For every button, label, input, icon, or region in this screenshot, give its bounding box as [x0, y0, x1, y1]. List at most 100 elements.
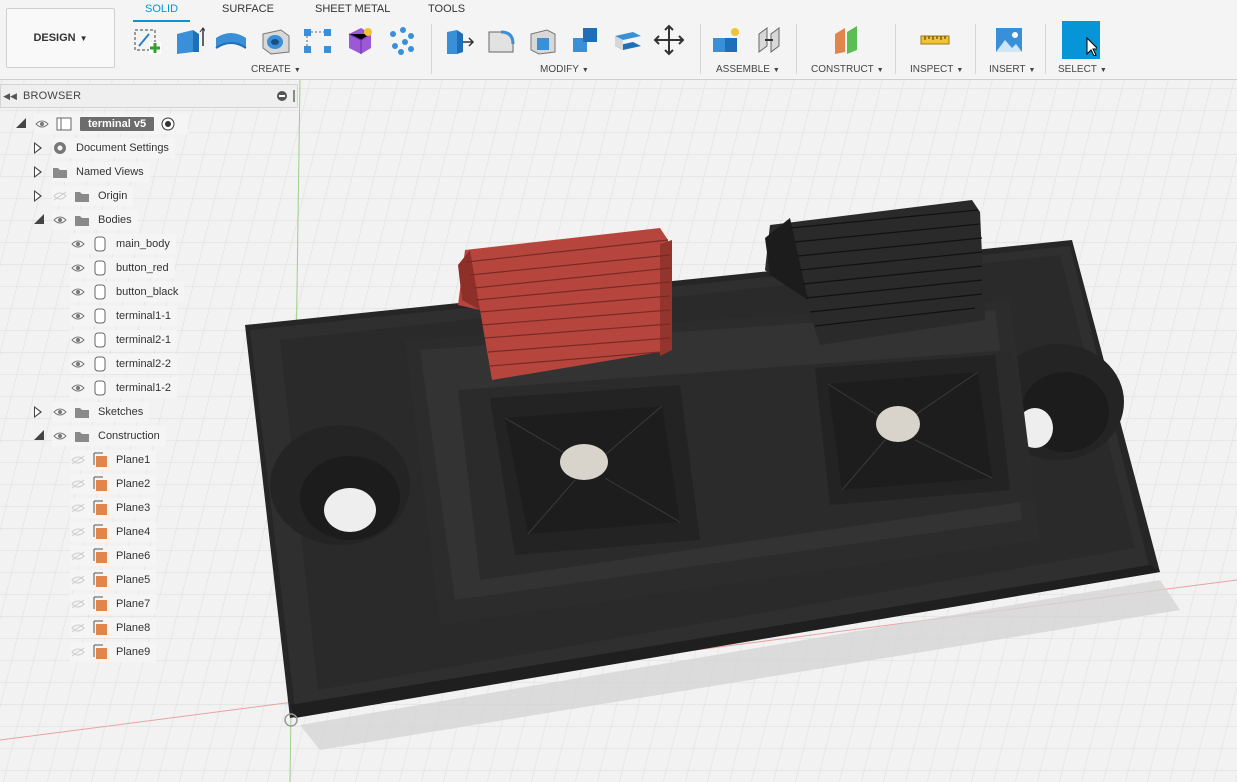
button-red[interactable]: [458, 228, 672, 380]
plane-item[interactable]: Plane4: [70, 522, 157, 542]
body-item[interactable]: terminal2-1: [70, 330, 178, 350]
create-menu[interactable]: CREATE ▼: [251, 64, 301, 75]
plane-item[interactable]: Plane7: [70, 594, 157, 614]
expand-icon[interactable]: [34, 406, 42, 418]
offset-face-icon[interactable]: [610, 22, 644, 58]
eye-icon[interactable]: [52, 212, 68, 228]
move-icon[interactable]: [652, 22, 686, 58]
eye-hidden-icon[interactable]: [70, 500, 86, 516]
tab-solid[interactable]: SOLID: [132, 1, 191, 22]
combine-icon[interactable]: [568, 22, 602, 58]
eye-hidden-icon[interactable]: [70, 476, 86, 492]
body-item[interactable]: button_black: [70, 282, 185, 302]
browser-item-sketches[interactable]: Sketches: [52, 402, 150, 422]
extrude-icon[interactable]: [172, 22, 206, 58]
plane-item[interactable]: Plane3: [70, 498, 157, 518]
eye-icon[interactable]: [70, 308, 86, 324]
expand-icon[interactable]: [34, 166, 42, 178]
insert-image-icon[interactable]: [992, 22, 1026, 58]
eye-hidden-icon[interactable]: [70, 620, 86, 636]
body-item[interactable]: button_red: [70, 258, 175, 278]
button-black[interactable]: [765, 200, 985, 345]
collapse-root-icon[interactable]: [16, 118, 26, 128]
eye-hidden-icon[interactable]: [70, 596, 86, 612]
eye-icon[interactable]: [70, 236, 86, 252]
body-icon: [92, 380, 108, 396]
browser-item-construction[interactable]: Construction: [52, 426, 166, 446]
body-icon: [92, 260, 108, 276]
eye-hidden-icon[interactable]: [70, 548, 86, 564]
eye-hidden-icon[interactable]: [70, 572, 86, 588]
modify-menu[interactable]: MODIFY ▼: [540, 64, 589, 75]
new-sketch-icon[interactable]: [130, 22, 164, 58]
eye-icon[interactable]: [70, 380, 86, 396]
plane-item[interactable]: Plane8: [70, 618, 157, 638]
eye-icon[interactable]: [70, 332, 86, 348]
body-item[interactable]: terminal2-2: [70, 354, 178, 374]
tab-tools[interactable]: TOOLS: [428, 1, 465, 19]
browser-item-named-views[interactable]: Named Views: [52, 162, 150, 182]
construction-label: Construction: [98, 430, 160, 442]
press-pull-icon[interactable]: [442, 22, 476, 58]
body-item[interactable]: terminal1-2: [70, 378, 178, 398]
workspace-switcher[interactable]: DESIGN ▼: [6, 8, 115, 68]
eye-icon[interactable]: [52, 404, 68, 420]
assemble-menu[interactable]: ASSEMBLE ▼: [716, 64, 780, 75]
collapse-icon[interactable]: [34, 214, 44, 224]
shell-icon[interactable]: [526, 22, 560, 58]
body-item[interactable]: terminal1-1: [70, 306, 178, 326]
browser-item-bodies[interactable]: Bodies: [52, 210, 138, 230]
body-label: terminal1-1: [116, 310, 172, 322]
chevron-down-icon: ▼: [956, 67, 964, 74]
plane-item[interactable]: Plane2: [70, 474, 157, 494]
eye-icon[interactable]: [70, 284, 86, 300]
select-cursor-icon[interactable]: [1062, 21, 1100, 59]
activate-radio-icon[interactable]: [160, 116, 176, 132]
eye-icon[interactable]: [70, 260, 86, 276]
hole-icon[interactable]: [258, 22, 292, 58]
collapse-panel-icon[interactable]: ◀◀: [1, 91, 19, 102]
eye-icon[interactable]: [34, 116, 50, 132]
fillet-icon[interactable]: [484, 22, 518, 58]
expand-icon[interactable]: [34, 142, 42, 154]
eye-icon[interactable]: [52, 428, 68, 444]
measure-icon[interactable]: [918, 22, 952, 58]
plane-item[interactable]: Plane9: [70, 642, 157, 662]
pin-icon[interactable]: [293, 90, 295, 102]
construct-menu[interactable]: CONSTRUCT ▼: [811, 64, 884, 75]
body-item[interactable]: main_body: [70, 234, 176, 254]
eye-hidden-icon[interactable]: [70, 524, 86, 540]
plane-item[interactable]: Plane6: [70, 546, 157, 566]
eye-icon[interactable]: [70, 356, 86, 372]
tab-surface[interactable]: SURFACE: [222, 1, 274, 19]
joint-icon[interactable]: [752, 22, 786, 58]
plane-item[interactable]: Plane5: [70, 570, 157, 590]
browser-item-document-settings[interactable]: Document Settings: [52, 138, 175, 158]
point-cloud-icon[interactable]: [384, 22, 418, 58]
eye-hidden-icon[interactable]: [70, 644, 86, 660]
revolve-icon[interactable]: [214, 22, 248, 58]
browser-root[interactable]: terminal v5: [34, 114, 189, 134]
inspect-menu[interactable]: INSPECT ▼: [910, 64, 963, 75]
insert-menu[interactable]: INSERT ▼: [989, 64, 1035, 75]
eye-hidden-icon[interactable]: [70, 452, 86, 468]
pattern-icon[interactable]: [300, 22, 334, 58]
plane-icon: [92, 548, 108, 564]
form-icon[interactable]: [342, 22, 376, 58]
browser-item-origin[interactable]: Origin: [52, 186, 134, 206]
eye-hidden-icon[interactable]: [52, 188, 68, 204]
gear-icon: [52, 140, 68, 156]
plane-icon: [92, 596, 108, 612]
new-component-icon[interactable]: [710, 22, 744, 58]
plane-item[interactable]: Plane1: [70, 450, 157, 470]
minimize-icon[interactable]: [277, 91, 287, 101]
main-body[interactable]: [245, 240, 1160, 718]
select-menu[interactable]: SELECT ▼: [1058, 64, 1107, 75]
tab-sheet-metal[interactable]: SHEET METAL: [315, 1, 390, 19]
chevron-down-icon: ▼: [581, 67, 589, 74]
body-icon: [92, 332, 108, 348]
toolbar: DESIGN ▼ SOLID SURFACE SHEET METAL TOOLS…: [0, 0, 1237, 80]
offset-plane-icon[interactable]: [830, 22, 864, 58]
collapse-icon[interactable]: [34, 430, 44, 440]
expand-icon[interactable]: [34, 190, 42, 202]
